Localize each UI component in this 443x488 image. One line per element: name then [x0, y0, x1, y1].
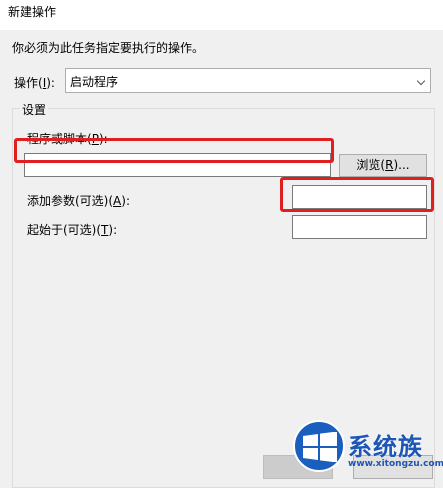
- start-in-input[interactable]: [292, 215, 427, 239]
- action-select-value: 启动程序: [70, 75, 119, 89]
- settings-legend: 设置: [20, 101, 49, 118]
- title-bar: 新建操作: [0, 0, 443, 30]
- instruction-text: 你必须为此任务指定要执行的操作。: [12, 41, 205, 55]
- watermark-text: 系统族: [348, 433, 423, 461]
- highlight-box-program: [14, 138, 334, 163]
- start-in-label: 起始于(可选)(T):: [27, 223, 118, 237]
- windows-logo-icon: [293, 420, 345, 472]
- browse-button[interactable]: 浏览(R)...: [339, 154, 427, 177]
- action-label: 操作(I):: [14, 76, 55, 90]
- action-select[interactable]: 启动程序: [65, 68, 431, 93]
- chevron-down-icon[interactable]: [416, 76, 426, 86]
- watermark-url: www.xitongzu.com: [348, 459, 443, 469]
- arguments-label: 添加参数(可选)(A):: [27, 194, 130, 208]
- highlight-box-arguments: [280, 177, 434, 212]
- window-title: 新建操作: [8, 5, 57, 19]
